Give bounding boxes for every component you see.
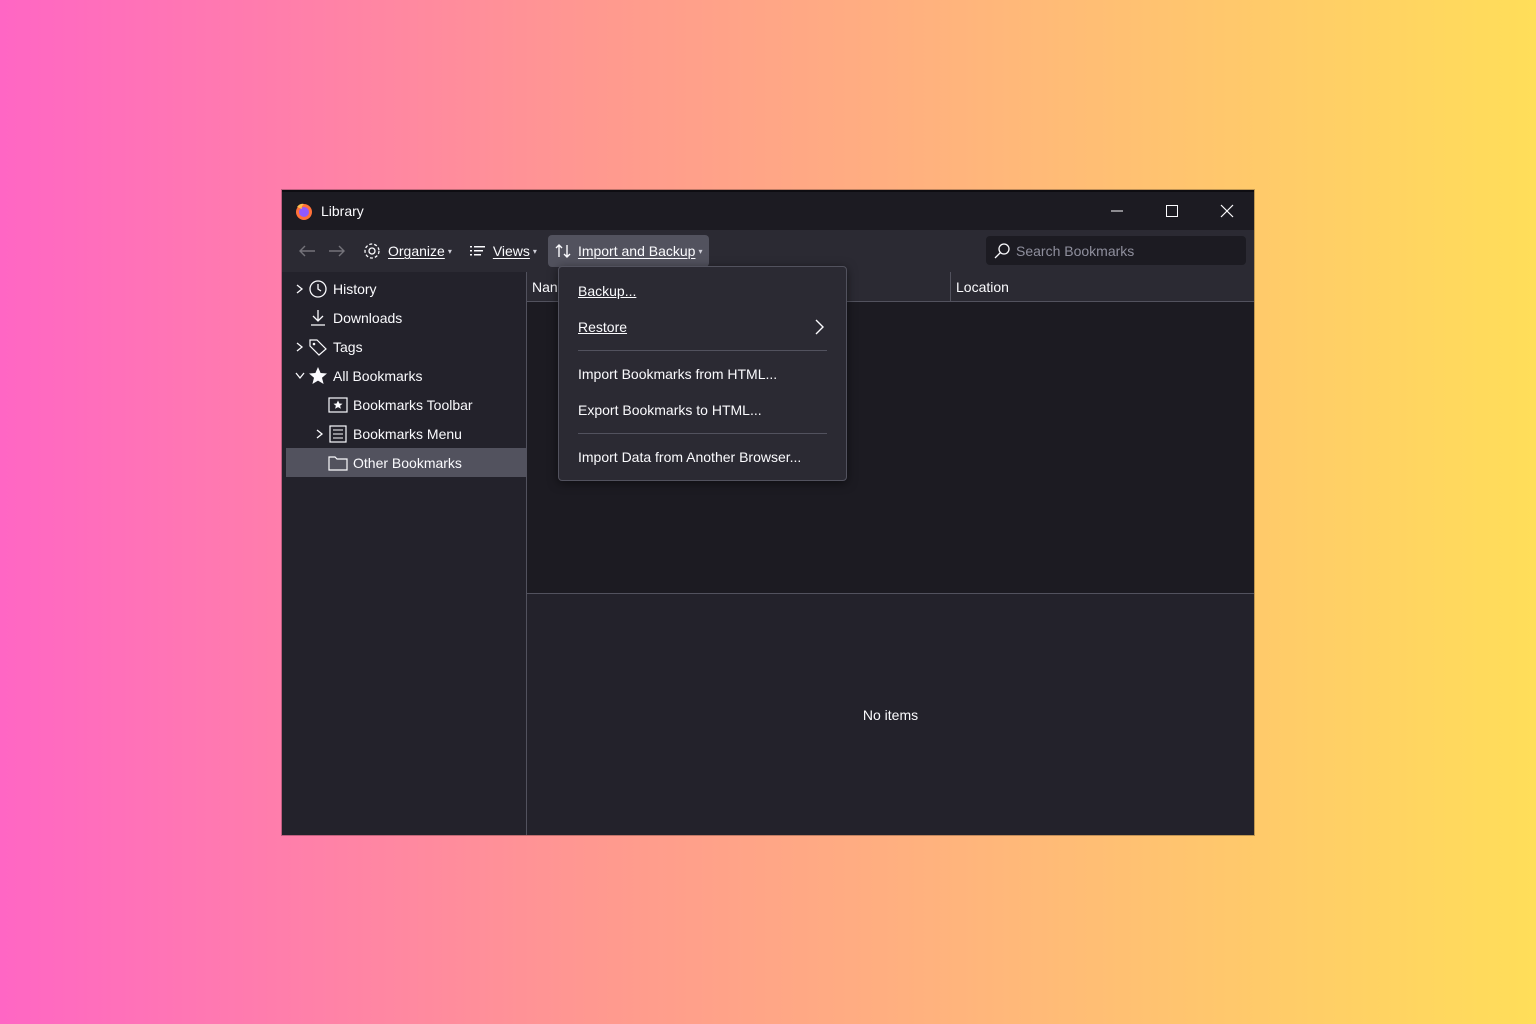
menu-item-restore[interactable]: Restore — [559, 309, 846, 345]
sidebar-item-label: All Bookmarks — [333, 367, 423, 384]
sidebar-item-label: Other Bookmarks — [353, 454, 462, 471]
close-icon — [1220, 204, 1233, 218]
search-icon — [994, 242, 1010, 258]
minimize-icon — [1110, 210, 1123, 212]
list-icon — [469, 246, 485, 256]
menu-item-label: Restore — [578, 319, 628, 335]
arrow-right-icon — [329, 245, 345, 257]
maximize-button[interactable] — [1144, 192, 1199, 230]
menu-item-label: Import Bookmarks from HTML... — [578, 366, 778, 382]
import-backup-label: Import and Backup — [577, 243, 696, 259]
forward-button[interactable] — [322, 236, 352, 266]
menu-separator — [578, 350, 827, 351]
search-box[interactable] — [986, 236, 1246, 265]
chevron-down-icon: ▾ — [532, 246, 537, 256]
import-export-icon — [555, 244, 571, 258]
chevron-right-icon[interactable] — [312, 426, 328, 442]
maximize-icon — [1165, 205, 1178, 217]
sidebar-item-history[interactable]: History — [282, 274, 526, 303]
menu-item-label: Export Bookmarks to HTML... — [578, 402, 762, 418]
clock-icon — [308, 279, 328, 299]
sidebar-item-label: Bookmarks Toolbar — [353, 396, 473, 413]
views-button[interactable]: Views ▾ — [463, 235, 544, 267]
sidebar-item-label: Downloads — [333, 309, 403, 326]
menu-item-export-html[interactable]: Export Bookmarks to HTML... — [559, 392, 846, 428]
import-backup-button[interactable]: Import and Backup ▾ — [547, 235, 710, 267]
menu-item-label: Backup... — [578, 283, 637, 299]
column-name-label: Nan — [532, 279, 558, 295]
close-button[interactable] — [1199, 192, 1254, 230]
download-icon — [308, 308, 328, 328]
firefox-icon — [296, 203, 312, 220]
menu-item-import-browser[interactable]: Import Data from Another Browser... — [559, 439, 846, 475]
chevron-down-icon[interactable] — [292, 368, 308, 384]
title-bar: Library — [282, 192, 1254, 230]
menu-item-import-html[interactable]: Import Bookmarks from HTML... — [559, 356, 846, 392]
bookmarks-toolbar-icon — [328, 395, 348, 415]
back-button[interactable] — [292, 236, 322, 266]
menu-item-label: Import Data from Another Browser... — [578, 449, 802, 465]
menu-list-icon — [328, 424, 348, 444]
sidebar-item-bookmarks-toolbar[interactable]: Bookmarks Toolbar — [282, 390, 526, 419]
gear-icon — [364, 243, 380, 259]
sidebar-item-tags[interactable]: Tags — [282, 332, 526, 361]
sidebar-item-label: Bookmarks Menu — [353, 425, 462, 442]
sidebar-item-label: History — [333, 280, 377, 297]
arrow-left-icon — [299, 245, 315, 257]
sidebar-item-all-bookmarks[interactable]: All Bookmarks — [282, 361, 526, 390]
window-title: Library — [321, 203, 364, 219]
organize-button[interactable]: Organize ▾ — [356, 235, 459, 267]
menu-item-backup[interactable]: Backup... — [559, 273, 846, 309]
sidebar-item-downloads[interactable]: Downloads — [282, 303, 526, 332]
sidebar-tree: History Downloads Tags All Bookmarks Boo… — [282, 272, 527, 835]
column-location-label: Location — [956, 279, 1009, 295]
chevron-down-icon: ▾ — [447, 246, 452, 256]
minimize-button[interactable] — [1089, 192, 1144, 230]
folder-icon — [328, 453, 348, 473]
chevron-right-icon[interactable] — [292, 281, 308, 297]
sidebar-item-label: Tags — [333, 338, 363, 355]
empty-message: No items — [862, 706, 919, 723]
organize-label: Organize — [388, 243, 445, 259]
tag-icon — [308, 337, 328, 357]
menu-separator — [578, 433, 827, 434]
import-backup-menu: Backup... Restore Import Bookmarks from … — [558, 266, 847, 481]
chevron-right-icon — [815, 319, 824, 335]
column-location[interactable]: Location — [951, 272, 1254, 302]
chevron-down-icon: ▾ — [698, 246, 703, 256]
detail-pane: No items — [527, 594, 1254, 835]
window-controls — [1089, 192, 1254, 230]
search-input[interactable] — [1016, 242, 1236, 259]
views-label: Views — [492, 243, 530, 259]
star-icon — [308, 366, 328, 386]
chevron-right-icon[interactable] — [292, 339, 308, 355]
sidebar-item-other-bookmarks[interactable]: Other Bookmarks — [286, 448, 526, 477]
sidebar-item-bookmarks-menu[interactable]: Bookmarks Menu — [282, 419, 526, 448]
